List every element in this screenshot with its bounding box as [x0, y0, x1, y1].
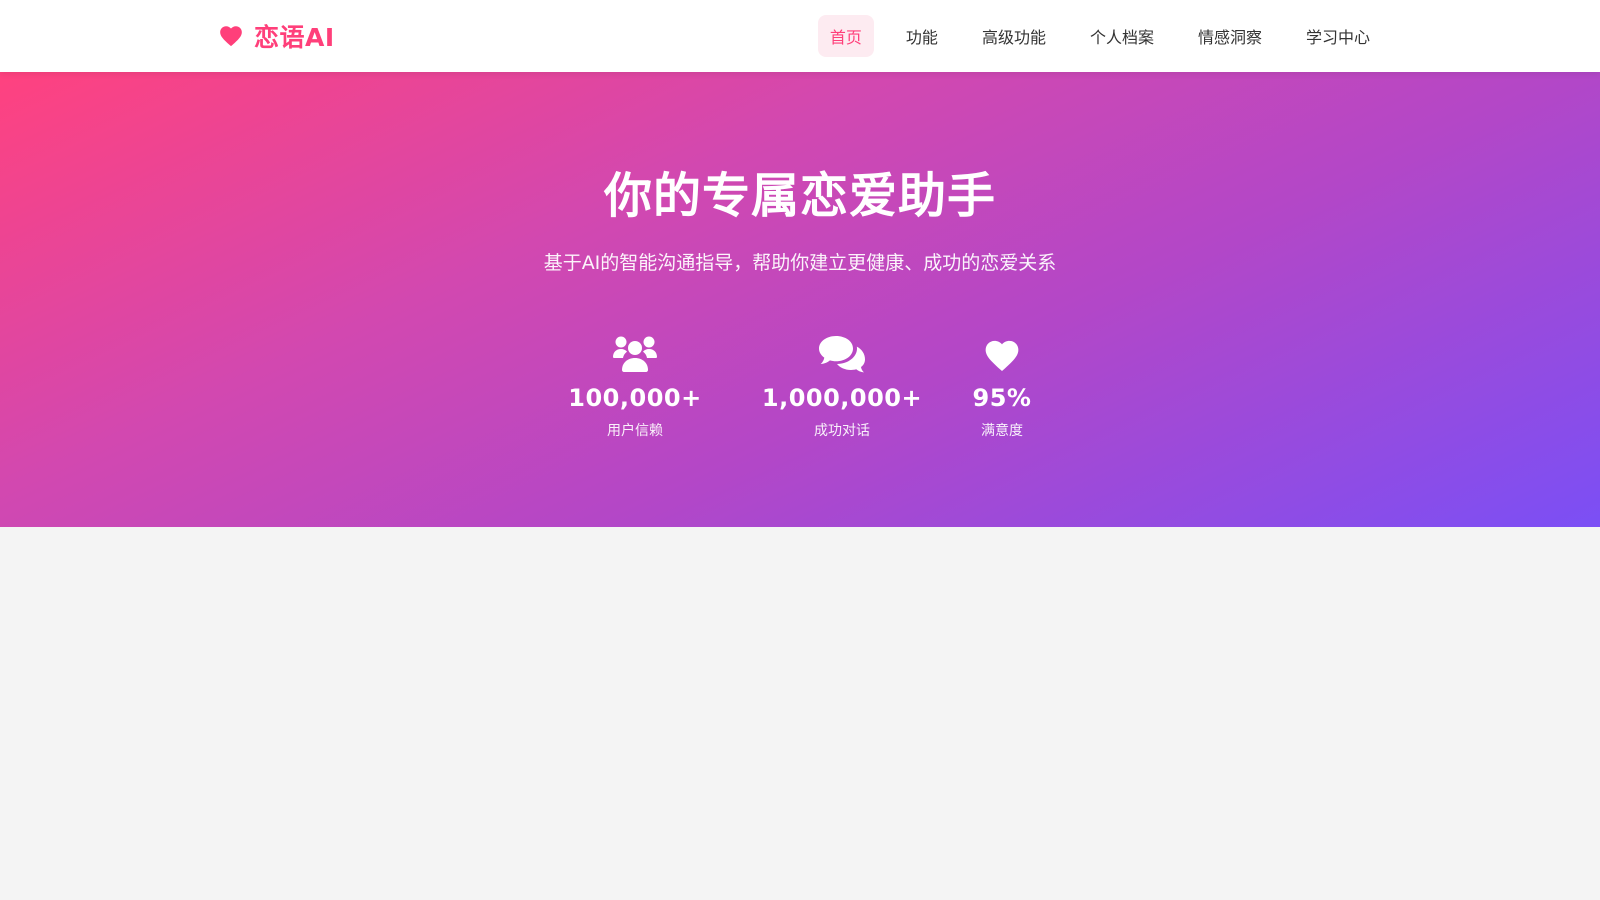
stat-satisfaction-label: 满意度 [981, 423, 1023, 439]
hero-subtitle: 基于AI的智能沟通指导，帮助你建立更健康、成功的恋爱关系 [543, 252, 1057, 274]
brand-name: 恋语AI [254, 23, 335, 52]
hero-section: 你的专属恋爱助手 基于AI的智能沟通指导，帮助你建立更健康、成功的恋爱关系 10… [0, 72, 1600, 527]
main-nav: 首页 功能 高级功能 个人档案 情感洞察 学习中心 [817, 14, 1382, 58]
nav-item-features[interactable]: 功能 [894, 15, 950, 57]
stat-conversations: 1,000,000+ 成功对话 [757, 334, 927, 440]
chat-bubbles-icon [818, 334, 866, 374]
stats-row: 100,000+ 用户信赖 1,000,000+ 成功对话 95% 满意度 [0, 334, 1600, 440]
brand-logo[interactable]: 恋语AI [218, 0, 335, 72]
stat-users-value: 100,000+ [568, 384, 702, 412]
heart-icon [982, 334, 1022, 374]
stat-conversations-label: 成功对话 [814, 423, 870, 439]
nav-item-home[interactable]: 首页 [817, 15, 874, 57]
stat-satisfaction-value: 95% [972, 384, 1032, 412]
nav-item-profile[interactable]: 个人档案 [1078, 15, 1166, 57]
main-content-area [0, 527, 1600, 900]
nav-item-learning-center[interactable]: 学习中心 [1294, 15, 1382, 57]
heart-icon [218, 23, 244, 49]
nav-item-emotion-insights[interactable]: 情感洞察 [1186, 15, 1274, 57]
stat-conversations-value: 1,000,000+ [761, 384, 923, 412]
nav-item-advanced-features[interactable]: 高级功能 [970, 15, 1058, 57]
stat-users-label: 用户信赖 [607, 423, 663, 439]
users-icon [612, 334, 658, 374]
stat-satisfaction: 95% 满意度 [957, 334, 1047, 440]
top-navbar: 恋语AI 首页 功能 高级功能 个人档案 情感洞察 学习中心 [0, 0, 1600, 72]
stat-users: 100,000+ 用户信赖 [553, 334, 717, 440]
hero-title: 你的专属恋爱助手 [603, 168, 996, 224]
